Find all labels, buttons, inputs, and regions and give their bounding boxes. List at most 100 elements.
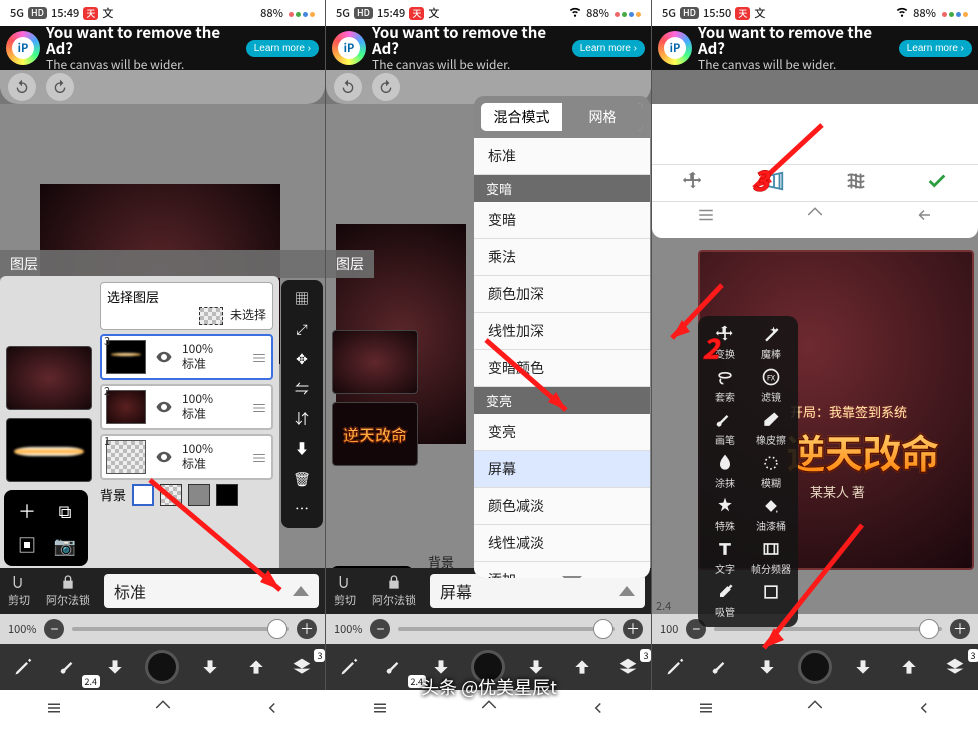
mesh-icon[interactable]	[845, 170, 867, 197]
tool-bucket[interactable]: 油漆桶	[748, 496, 794, 533]
tool-brush[interactable]: 画笔	[702, 410, 748, 447]
download-icon[interactable]: ⬇	[291, 438, 313, 460]
ad-banner[interactable]: You want to remove the Ad? The canvas wi…	[652, 26, 978, 70]
camera-button[interactable]: 📷	[48, 530, 82, 560]
layer-row-2[interactable]: 2 100% 标准 ≡	[100, 384, 273, 430]
visibility-icon[interactable]	[154, 347, 174, 367]
arrow-down-icon[interactable]	[848, 652, 878, 682]
zoom-minus-button[interactable]: −	[44, 619, 64, 639]
tool-eyedropper[interactable]: 吸管	[702, 582, 748, 619]
undo-button[interactable]	[8, 73, 36, 101]
zoom-slider[interactable]	[72, 627, 289, 631]
visibility-icon[interactable]	[154, 397, 174, 417]
blend-option-darken[interactable]: 变暗	[474, 202, 650, 239]
slider-knob[interactable]	[267, 619, 287, 639]
layer-row-1[interactable]: 1 100% 标准 ≡	[100, 434, 273, 480]
blend-option-color-dodge[interactable]: 颜色减淡	[474, 488, 650, 525]
tab-grid[interactable]: 网格	[562, 103, 643, 131]
clip-button[interactable]: 剪切	[326, 568, 364, 614]
blend-option-normal[interactable]: 标准	[474, 138, 650, 175]
tool-eraser[interactable]: 橡皮擦	[748, 410, 794, 447]
ad-cta-button[interactable]: Learn more ›	[899, 40, 972, 57]
layers-button[interactable]: 3	[287, 652, 317, 682]
drag-handle-icon[interactable]: ≡	[251, 345, 267, 369]
zoom-plus-button[interactable]: ＋	[297, 619, 317, 639]
tool-filter-fx[interactable]: FX滤镜	[748, 367, 794, 404]
tool-lasso[interactable]: 套索	[702, 367, 748, 404]
flip-h-icon[interactable]: ⇋	[291, 378, 313, 400]
alpha-lock-button[interactable]: 阿尔法锁	[38, 568, 98, 614]
blend-mode-field[interactable]: 标准	[104, 574, 319, 608]
brush-tool-icon[interactable]	[706, 652, 736, 682]
back-icon[interactable]	[589, 698, 607, 722]
tab-blend-mode[interactable]: 混合模式	[481, 103, 562, 131]
color-swatch-button[interactable]	[798, 650, 832, 684]
expand-icon[interactable]: ⤢	[291, 318, 313, 340]
layers-button[interactable]: 3	[940, 652, 970, 682]
tool-magic-wand[interactable]: 魔棒	[748, 324, 794, 361]
blend-option-color-burn[interactable]: 颜色加深	[474, 276, 650, 313]
recents-icon[interactable]	[371, 698, 389, 722]
recents-icon[interactable]	[697, 698, 715, 722]
color-swatch-button[interactable]	[471, 650, 505, 684]
zoom-plus-button[interactable]: ＋	[950, 619, 970, 639]
arrow-down-icon[interactable]	[521, 652, 551, 682]
recents-icon[interactable]	[45, 698, 63, 722]
tool-special[interactable]: 特殊	[702, 496, 748, 533]
layer-thumbnail-composite[interactable]	[6, 346, 92, 410]
undo-button[interactable]	[334, 73, 362, 101]
duplicate-layer-button[interactable]: ⧉	[48, 496, 82, 526]
arrow-down-icon[interactable]	[100, 652, 130, 682]
pen-tool-icon[interactable]	[8, 652, 38, 682]
blend-option-linear-burn[interactable]: 线性加深	[474, 313, 650, 350]
layer-thumbnail-poster[interactable]: 逆天改命	[332, 402, 418, 466]
brush-tool-icon[interactable]: 2.4	[380, 652, 410, 682]
layer-thumbnail-composite[interactable]	[332, 330, 418, 394]
move-icon[interactable]: ✥	[291, 348, 313, 370]
home-icon[interactable]	[806, 205, 824, 229]
bg-swatch-grey[interactable]	[188, 484, 210, 506]
home-icon[interactable]	[806, 698, 824, 722]
arrow-up-icon[interactable]	[894, 652, 924, 682]
redo-button[interactable]	[372, 73, 400, 101]
zoom-minus-button[interactable]: −	[370, 619, 390, 639]
menu-icon[interactable]	[697, 205, 715, 229]
pen-tool-icon[interactable]	[334, 652, 364, 682]
alpha-lock-button[interactable]: 阿尔法锁	[364, 568, 424, 614]
bg-swatch-white[interactable]	[132, 484, 154, 506]
tool-smudge[interactable]: 涂抹	[702, 453, 748, 490]
ad-banner[interactable]: You want to remove the Ad? The canvas wi…	[326, 26, 651, 70]
clip-button[interactable]: 剪切	[0, 568, 38, 614]
tool-frames[interactable]: 帧分频器	[748, 539, 794, 576]
flip-v-icon[interactable]: ⇵	[291, 408, 313, 430]
arrow-up-icon[interactable]	[567, 652, 597, 682]
move-icon[interactable]	[682, 170, 704, 197]
back-icon[interactable]	[915, 698, 933, 722]
ad-cta-button[interactable]: Learn more ›	[246, 40, 319, 57]
layer-selection-box[interactable]: 选择图层 未选择	[100, 282, 273, 330]
blend-option-screen[interactable]: 屏幕	[474, 451, 650, 488]
ad-banner[interactable]: You want to remove the Ad? The canvas wi…	[0, 26, 325, 70]
blend-option-multiply[interactable]: 乘法	[474, 239, 650, 276]
back-nav-icon[interactable]	[915, 205, 933, 229]
confirm-icon[interactable]	[926, 170, 948, 197]
tool-text[interactable]: 文字	[702, 539, 748, 576]
back-icon[interactable]	[263, 698, 281, 722]
bg-swatch-black[interactable]	[216, 484, 238, 506]
brush-tool-icon[interactable]: 2.4	[54, 652, 84, 682]
blend-option-linear-dodge[interactable]: 线性减淡	[474, 525, 650, 562]
merge-down-button[interactable]: ▣	[10, 530, 44, 560]
blend-mode-field[interactable]: 屏幕	[430, 574, 645, 608]
more-icon[interactable]: ⋯	[291, 498, 313, 520]
visibility-icon[interactable]	[154, 447, 174, 467]
arrow-down-icon[interactable]	[752, 652, 782, 682]
arrow-up-icon[interactable]	[241, 652, 271, 682]
blend-option-darker-color[interactable]: 变暗颜色	[474, 350, 650, 387]
blend-option-lighten[interactable]: 变亮	[474, 414, 650, 451]
tool-canvas[interactable]	[748, 582, 794, 619]
pen-tool-icon[interactable]	[660, 652, 690, 682]
zoom-slider[interactable]	[714, 627, 942, 631]
arrow-down-icon[interactable]	[195, 652, 225, 682]
drag-handle-icon[interactable]: ≡	[251, 445, 267, 469]
home-icon[interactable]	[480, 698, 498, 722]
